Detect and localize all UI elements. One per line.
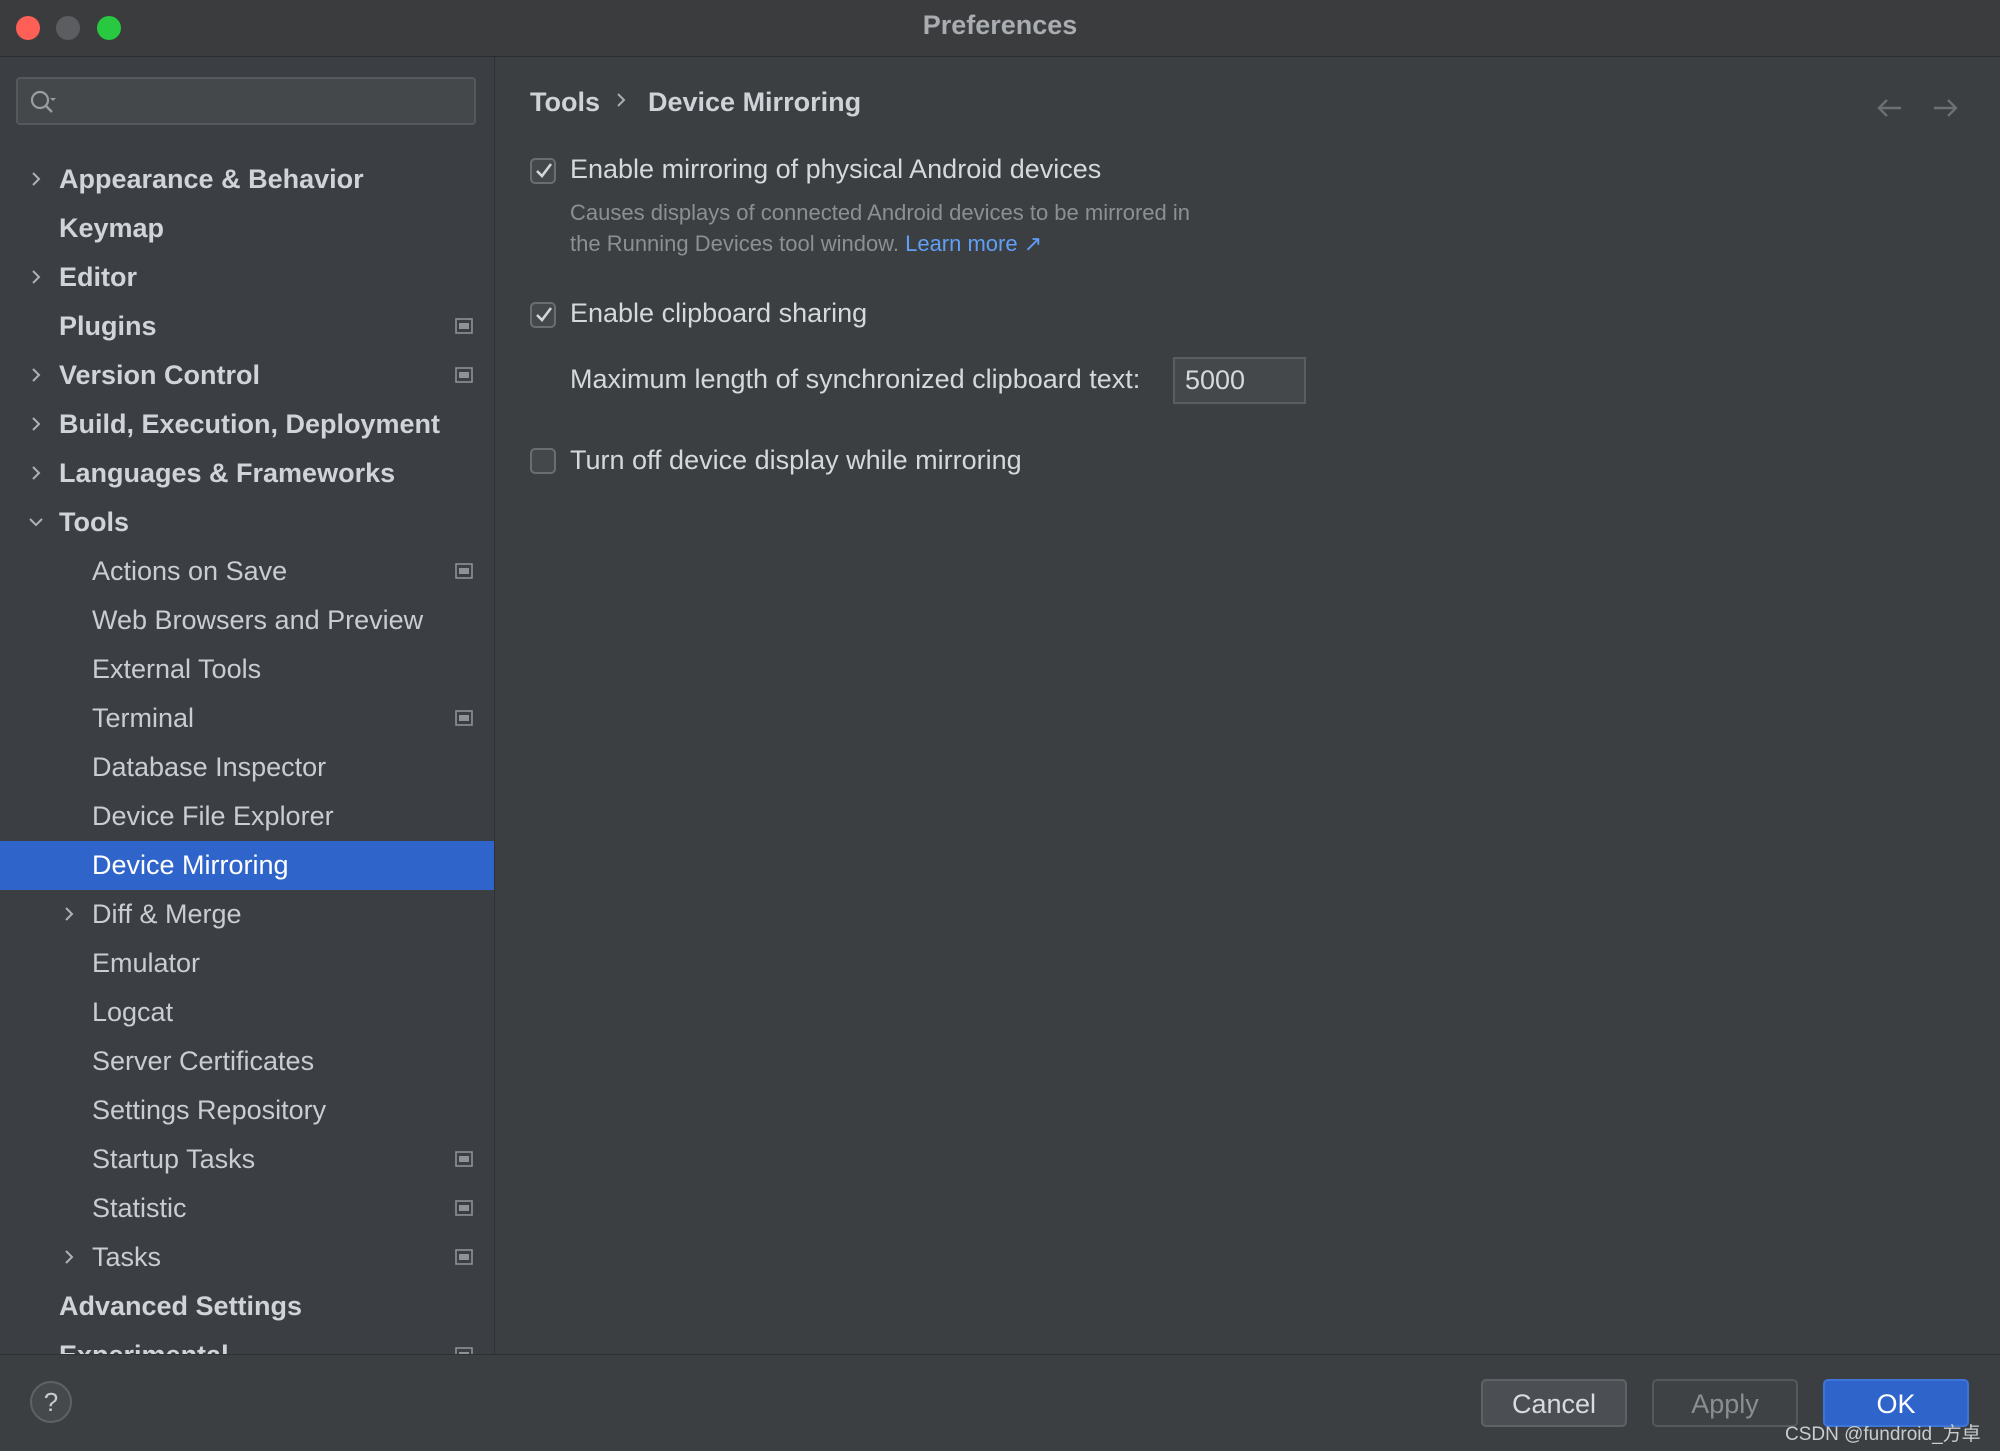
chevron-down-icon[interactable] [27,513,45,531]
mirroring-description: Causes displays of connected Android dev… [570,197,1330,259]
sidebar-item-device-file-explorer[interactable]: Device File Explorer [0,792,494,841]
display-off-checkbox[interactable] [530,448,556,474]
chevron-right-icon[interactable] [60,1248,78,1266]
sidebar-item-label: Statistic [92,1193,187,1223]
sidebar-item-statistic[interactable]: Statistic [0,1184,494,1233]
sidebar-item-label: Device Mirroring [92,850,289,880]
sidebar-item-logcat[interactable]: Logcat [0,988,494,1037]
breadcrumb-parent[interactable]: Tools [530,87,600,118]
checkmark-icon [536,307,553,322]
sidebar-item-advanced-settings[interactable]: Advanced Settings [0,1282,494,1331]
project-level-icon [455,1151,473,1167]
sidebar-item-version-control[interactable]: Version Control [0,351,494,400]
sidebar-item-label: Version Control [59,360,261,390]
sidebar-item-plugins[interactable]: Plugins [0,302,494,351]
description-line-1: Causes displays of connected Android dev… [570,200,1191,225]
checkmark-icon [536,163,553,178]
sidebar-item-appearance-behavior[interactable]: Appearance & Behavior [0,155,494,204]
project-level-icon [455,318,473,334]
project-level-icon [455,1200,473,1216]
project-level-icon [455,710,473,726]
sidebar-item-label: Settings Repository [92,1095,327,1125]
search-input[interactable] [16,77,476,125]
search-icon [30,90,56,113]
sidebar-item-label: Web Browsers and Preview [92,605,424,635]
dialog-footer: ? Cancel Apply OK CSDN @fundroid_方卓 [0,1354,2000,1451]
sidebar-item-label: External Tools [92,654,262,684]
sidebar-item-label: Languages & Frameworks [59,458,396,488]
chevron-right-icon[interactable] [27,415,45,433]
sidebar-item-diff-merge[interactable]: Diff & Merge [0,890,494,939]
sidebar-item-experimental[interactable]: Experimental [0,1331,494,1354]
forward-arrow-icon[interactable] [1930,93,1960,123]
sidebar-item-label: Keymap [59,213,165,243]
sidebar-item-editor[interactable]: Editor [0,253,494,302]
sidebar-item-web-browsers-and-preview[interactable]: Web Browsers and Preview [0,596,494,645]
sidebar-item-label: Emulator [92,948,201,978]
chevron-right-icon[interactable] [27,268,45,286]
sidebar-item-external-tools[interactable]: External Tools [0,645,494,694]
sidebar-item-keymap[interactable]: Keymap [0,204,494,253]
project-level-icon [455,1249,473,1265]
help-button[interactable]: ? [30,1381,72,1423]
chevron-right-icon[interactable] [27,170,45,188]
sidebar-item-label: Build, Execution, Deployment [59,409,441,439]
cancel-button[interactable]: Cancel [1481,1379,1627,1427]
title-bar: Preferences [0,0,2000,57]
watermark: CSDN @fundroid_方卓 [1785,1424,1981,1445]
project-level-icon [455,1347,473,1354]
description-line-2: the Running Devices tool window. [570,231,899,256]
sidebar-item-database-inspector[interactable]: Database Inspector [0,743,494,792]
project-level-icon [455,563,473,579]
sidebar-item-label: Experimental [59,1331,229,1354]
clipboard-label[interactable]: Enable clipboard sharing [570,298,867,329]
sidebar-item-tasks[interactable]: Tasks [0,1233,494,1282]
sidebar-item-label: Device File Explorer [92,801,334,831]
mirroring-label[interactable]: Enable mirroring of physical Android dev… [570,154,1101,185]
window-title: Preferences [922,10,1078,40]
display-off-label[interactable]: Turn off device display while mirroring [570,445,1022,476]
sidebar-item-label: Terminal [92,703,195,733]
chevron-right-icon[interactable] [27,464,45,482]
sidebar-item-label: Editor [59,262,137,292]
sidebar-item-startup-tasks[interactable]: Startup Tasks [0,1135,494,1184]
sidebar-item-label: Tools [59,507,129,537]
learn-more-link[interactable]: Learn more ↗ [905,231,1042,256]
sidebar-item-label: Startup Tasks [92,1144,256,1174]
sidebar-item-label: Logcat [92,997,174,1027]
mirroring-checkbox[interactable] [530,158,556,184]
sidebar-item-label: Advanced Settings [59,1291,303,1321]
chevron-right-icon[interactable] [27,366,45,384]
max-length-label: Maximum length of synchronized clipboard… [570,364,1141,394]
sidebar-item-tools[interactable]: Tools [0,498,494,547]
sidebar-item-device-mirroring[interactable]: Device Mirroring [0,841,494,890]
chevron-right-icon[interactable] [60,905,78,923]
breadcrumb-current: Device Mirroring [648,87,862,117]
clipboard-checkbox[interactable] [530,302,556,328]
sidebar-item-terminal[interactable]: Terminal [0,694,494,743]
sidebar-item-build-execution-deployment[interactable]: Build, Execution, Deployment [0,400,494,449]
sidebar-item-label: Server Certificates [92,1046,315,1076]
chevron-right-icon [617,93,626,107]
sidebar-item-label: Appearance & Behavior [59,164,364,194]
sidebar-item-actions-on-save[interactable]: Actions on Save [0,547,494,596]
sidebar-item-settings-repository[interactable]: Settings Repository [0,1086,494,1135]
back-arrow-icon[interactable] [1875,93,1905,123]
sidebar-item-emulator[interactable]: Emulator [0,939,494,988]
project-level-icon [455,367,473,383]
sidebar-item-label: Plugins [59,311,157,341]
sidebar-item-label: Database Inspector [92,752,327,782]
max-length-input[interactable]: 5000 [1173,357,1306,404]
sidebar-item-label: Diff & Merge [92,899,242,929]
settings-panel: Tools Device Mirroring Enable mirroring … [495,57,2000,1354]
sidebar-item-label: Tasks [92,1242,162,1272]
settings-sidebar: Appearance & Behavior Keymap Editor Plugins… [0,57,495,1354]
apply-button[interactable]: Apply [1652,1379,1798,1427]
sidebar-item-server-certificates[interactable]: Server Certificates [0,1037,494,1086]
sidebar-item-languages-frameworks[interactable]: Languages & Frameworks [0,449,494,498]
sidebar-item-label: Actions on Save [92,556,288,586]
